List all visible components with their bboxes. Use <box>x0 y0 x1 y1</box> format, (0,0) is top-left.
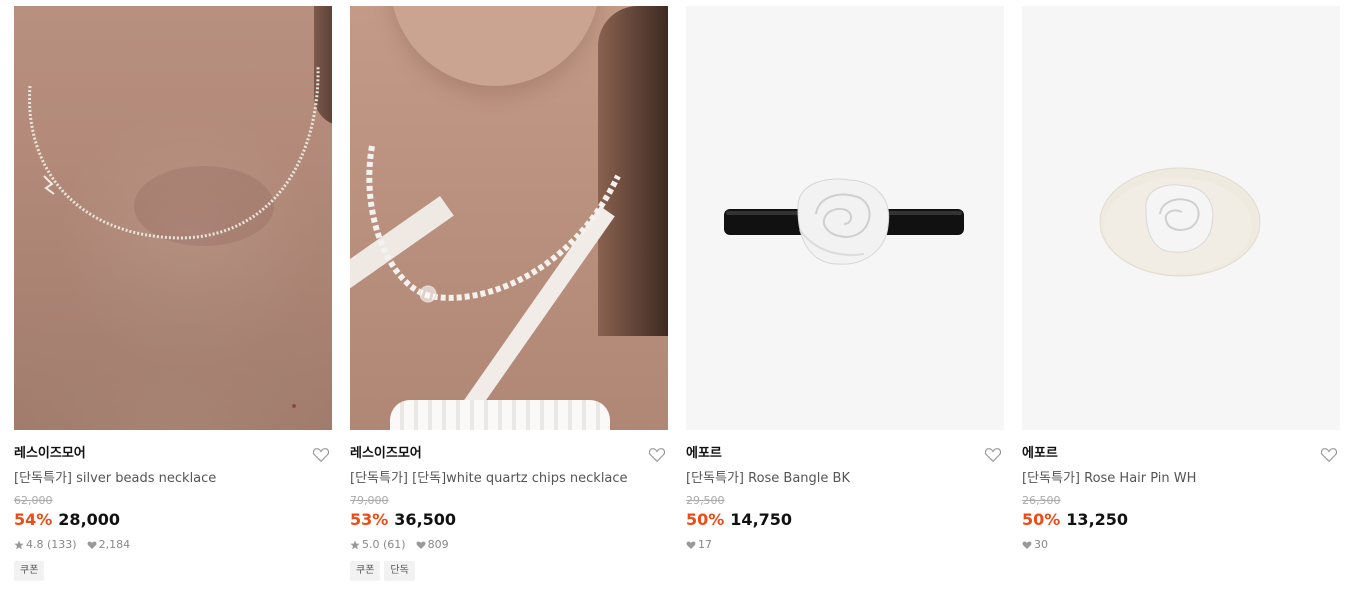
heart-small-icon <box>686 541 696 549</box>
necklace-illustration <box>366 145 621 303</box>
star-icon <box>350 540 360 550</box>
brand-name[interactable]: 레스이즈모어 <box>350 446 668 462</box>
original-price: 26,500 <box>1022 494 1061 507</box>
product-meta: 17 <box>686 538 1004 552</box>
star-icon <box>14 540 24 550</box>
sale-price: 28,000 <box>58 510 121 529</box>
price-row: 50% 13,250 <box>1022 510 1340 530</box>
product-image[interactable] <box>686 6 1004 430</box>
rose-hairpin-illustration <box>1099 167 1261 277</box>
product-meta: 5.0 (61) 809 <box>350 538 668 552</box>
heart-icon[interactable] <box>984 446 1002 464</box>
product-meta: 4.8 (133) 2,184 <box>14 538 332 552</box>
product-image[interactable] <box>350 6 668 430</box>
product-card[interactable]: 레스이즈모어 [단독특가] silver beads necklace 62,0… <box>14 6 332 581</box>
product-grid: 레스이즈모어 [단독특가] silver beads necklace 62,0… <box>14 6 1340 581</box>
discount-rate: 53% <box>350 510 389 529</box>
tag-list: 쿠폰 단독 <box>350 561 668 581</box>
heart-small-icon <box>87 541 97 549</box>
brand-name[interactable]: 에포르 <box>1022 446 1340 462</box>
review-count: (133) <box>47 538 77 551</box>
product-title[interactable]: [단독특가] silver beads necklace <box>14 471 332 487</box>
review-count: (61) <box>383 538 406 551</box>
sale-price: 36,500 <box>394 510 457 529</box>
brand-name[interactable]: 레스이즈모어 <box>14 446 332 462</box>
rating: 4.8 <box>26 538 44 551</box>
price-row: 53% 36,500 <box>350 510 668 530</box>
like-count: 30 <box>1034 538 1048 551</box>
product-title[interactable]: [단독특가] Rose Bangle BK <box>686 471 1004 487</box>
rose-bangle-illustration <box>724 178 964 265</box>
original-price: 29,500 <box>686 494 725 507</box>
like-count: 809 <box>427 538 449 551</box>
price-row: 54% 28,000 <box>14 510 332 530</box>
brand-name[interactable]: 에포르 <box>686 446 1004 462</box>
product-meta: 30 <box>1022 538 1340 552</box>
coupon-tag: 쿠폰 <box>350 561 381 581</box>
discount-rate: 50% <box>1022 510 1061 529</box>
like-count: 17 <box>698 538 712 551</box>
price-row: 50% 14,750 <box>686 510 1004 530</box>
rating: 5.0 <box>362 538 380 551</box>
product-image[interactable] <box>1022 6 1340 430</box>
product-image[interactable] <box>14 6 332 430</box>
original-price: 79,000 <box>350 494 389 507</box>
sale-price: 14,750 <box>730 510 793 529</box>
product-title[interactable]: [단독특가] [단독]white quartz chips necklace <box>350 471 668 487</box>
heart-small-icon <box>1022 541 1032 549</box>
heart-icon[interactable] <box>312 446 330 464</box>
coupon-tag: 쿠폰 <box>14 561 45 581</box>
product-card[interactable]: 에포르 [단독특가] Rose Hair Pin WH 26,500 50% 13… <box>1022 6 1340 581</box>
original-price: 62,000 <box>14 494 53 507</box>
product-card[interactable]: 에포르 [단독특가] Rose Bangle BK 29,500 50% 14,7… <box>686 6 1004 581</box>
exclusive-tag: 단독 <box>384 561 415 581</box>
heart-icon[interactable] <box>648 446 666 464</box>
like-count: 2,184 <box>98 538 131 551</box>
heart-icon[interactable] <box>1320 446 1338 464</box>
necklace-illustration <box>28 65 320 408</box>
sale-price: 13,250 <box>1066 510 1129 529</box>
heart-small-icon <box>416 541 426 549</box>
tag-list: 쿠폰 <box>14 561 332 581</box>
discount-rate: 54% <box>14 510 53 529</box>
product-title[interactable]: [단독특가] Rose Hair Pin WH <box>1022 471 1340 487</box>
discount-rate: 50% <box>686 510 725 529</box>
product-card[interactable]: 레스이즈모어 [단독특가] [단독]white quartz chips nec… <box>350 6 668 581</box>
